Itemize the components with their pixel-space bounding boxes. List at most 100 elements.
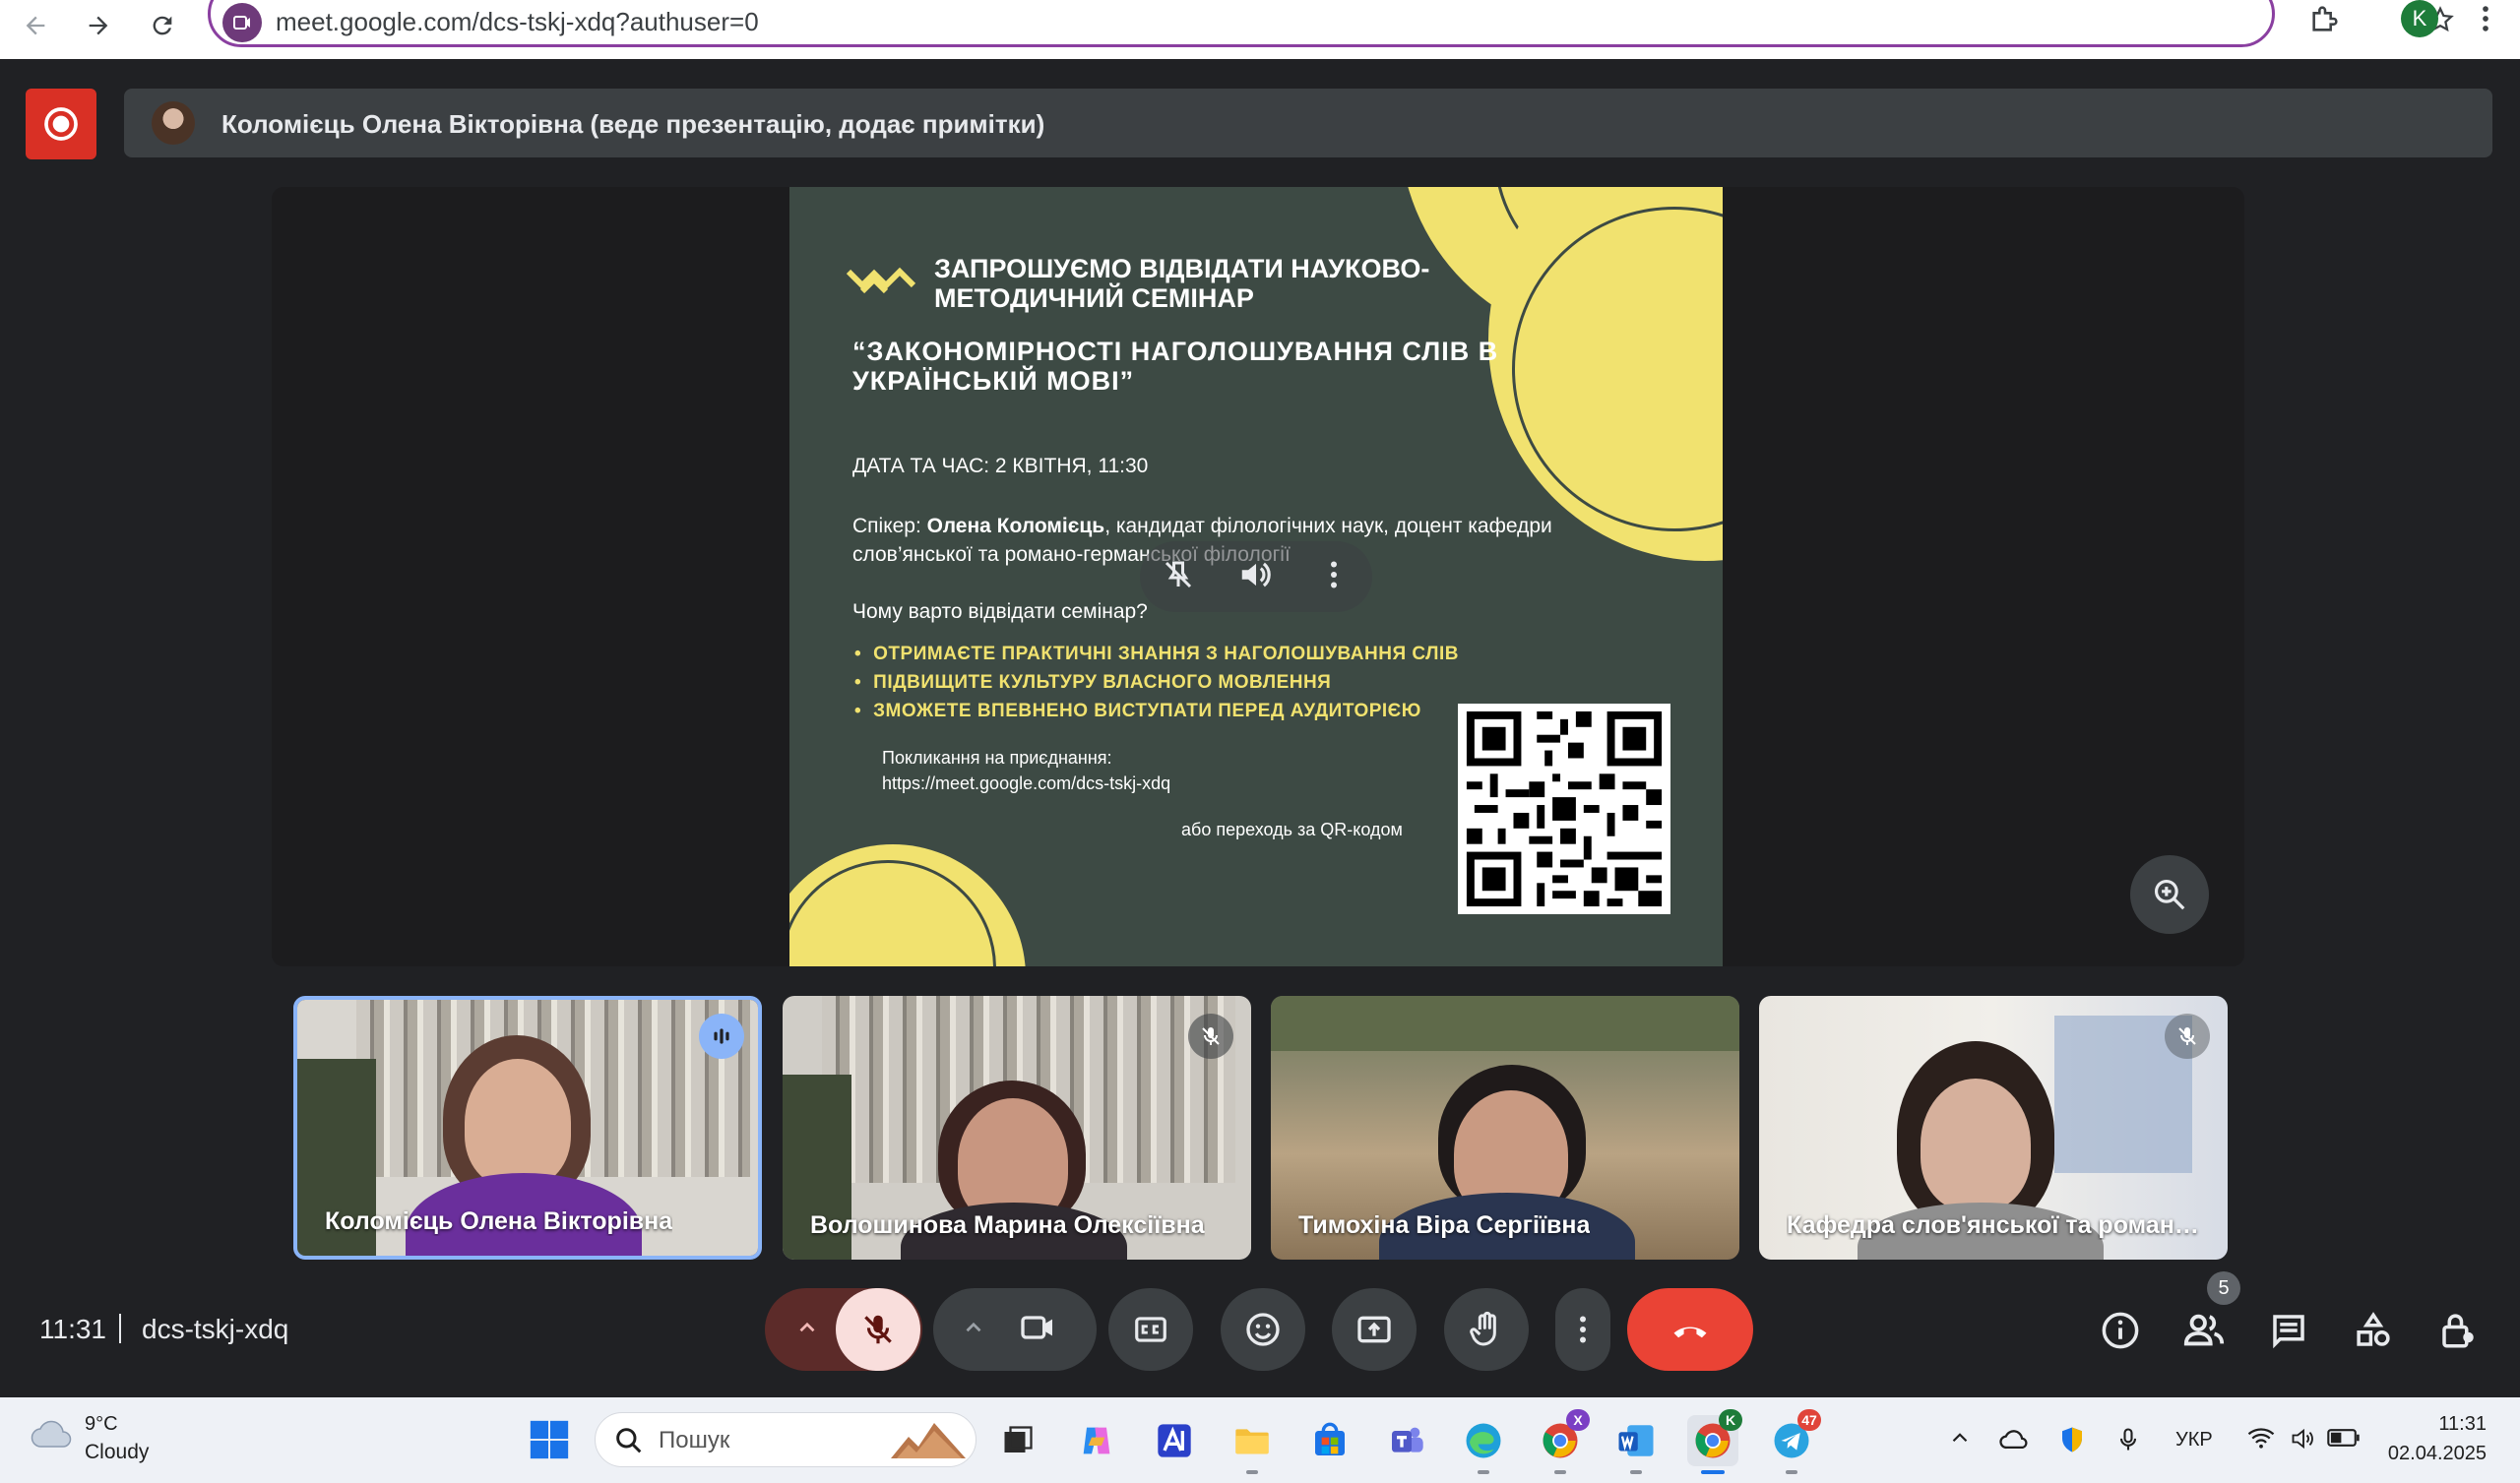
leave-call-button[interactable] [1627,1288,1753,1371]
zoom-in-icon [2154,879,2185,910]
taskbar-microsoft-store[interactable] [1304,1415,1355,1466]
participant-tile[interactable]: Волошинова Марина Олексіївна [783,996,1251,1260]
profile-avatar[interactable]: K [2401,0,2438,37]
taskbar-word[interactable] [1610,1415,1662,1474]
taskbar-teams[interactable] [1381,1415,1432,1466]
captions-button[interactable] [1108,1288,1193,1371]
search-placeholder: Пошук [659,1427,730,1453]
tray-overflow-icon[interactable] [1947,1425,1973,1455]
reactions-button[interactable] [1221,1288,1305,1371]
volume-icon[interactable] [1237,556,1275,598]
slide-bullet-list: ОТРИМАЄТЕ ПРАКТИЧНІ ЗНАННЯ З НАГОЛОШУВАН… [854,640,1459,725]
host-controls-button[interactable] [2428,1301,2488,1360]
taskbar-copilot[interactable] [1071,1415,1122,1466]
meeting-info-divider [119,1314,121,1343]
people-icon [2183,1314,2225,1346]
speaking-indicator-icon [699,1014,744,1059]
participant-tile[interactable]: Кафедра слов'янської та романо... [1759,996,2228,1260]
clock-date[interactable]: 02.04.2025 [2386,1443,2487,1465]
edge-icon [1466,1423,1501,1458]
recording-indicator[interactable] [26,89,96,159]
meeting-details-button[interactable] [2091,1301,2150,1360]
participant-name: Тимохіна Віра Сергіївна [1298,1211,1591,1239]
slide-bullet: ПІДВИЩИТЕ КУЛЬТУРУ ВЛАСНОГО МОВЛЕННЯ [854,668,1459,697]
windows-taskbar: 9°C Cloudy Пошук X K 47 УКР 11:31 02.04.… [0,1397,2520,1483]
volume-icon[interactable] [2288,1425,2319,1457]
input-language-indicator[interactable]: УКР [2175,1429,2213,1452]
chat-button[interactable] [2259,1301,2318,1360]
slide-qr-caption: або переходь за QR-кодом [1181,820,1403,839]
forward-button[interactable] [79,6,118,45]
weather-description[interactable]: Cloudy [85,1441,149,1464]
taskbar-telegram[interactable]: 47 [1766,1409,1821,1474]
running-indicator [1630,1470,1642,1474]
people-button[interactable] [2174,1301,2234,1360]
running-indicator [1478,1470,1489,1474]
tile-media-popover [1140,541,1372,612]
mic-toggle-button[interactable] [836,1288,920,1371]
start-button[interactable] [527,1417,572,1467]
clock-time[interactable]: 11:31 [2435,1413,2487,1436]
chat-icon [2273,1315,2304,1349]
activities-button[interactable] [2344,1301,2403,1360]
weather-temperature[interactable]: 9°C [85,1413,118,1436]
security-shield-icon[interactable] [2057,1425,2087,1459]
slide-link-label: Покликання на приєднання: [882,748,1112,768]
participant-face [465,1059,571,1187]
participant-tile[interactable]: Коломієць Олена Вікторівна [293,996,762,1260]
active-indicator [1701,1470,1725,1474]
back-button[interactable] [16,6,55,45]
windows-logo-icon [530,1420,569,1459]
battery-icon[interactable] [2327,1425,2361,1455]
taskbar-chrome-profile-x[interactable]: X [1535,1409,1590,1474]
chrome-profile-badge: X [1566,1409,1590,1431]
present-screen-button[interactable] [1332,1288,1417,1371]
slide-link-block: Покликання на приєднання: https://meet.g… [882,745,1170,796]
slide-bullet: ЗМОЖЕТЕ ВПЕВНЕНО ВИСТУПАТИ ПЕРЕД АУДИТОР… [854,697,1459,725]
more-vert-icon [1580,1316,1586,1343]
running-indicator [1246,1470,1258,1474]
emoji-icon [1246,1313,1280,1346]
browser-menu-icon[interactable] [2469,2,2502,40]
meeting-time: 11:31 [39,1314,106,1344]
slide-invite-heading: ЗАПРОШУЄМО ВІДВІДАТИ НАУКОВО-МЕТОДИЧНИЙ … [934,254,1430,313]
more-options-button[interactable] [1555,1288,1610,1371]
cloud-icon[interactable] [30,1417,75,1455]
slide-date-time: ДАТА ТА ЧАС: 2 КВІТНЯ, 11:30 [852,455,1149,477]
pin-off-icon[interactable] [1161,557,1196,597]
running-indicator [1786,1470,1797,1474]
site-info-icon[interactable] [222,3,262,42]
mic-off-icon [864,1315,892,1344]
taskbar-edge[interactable] [1458,1415,1509,1474]
chevron-up-icon [794,1315,820,1345]
painting-background [1271,996,1739,1051]
url-text[interactable]: meet.google.com/dcs-tskj-xdq?authuser=0 [276,7,759,37]
taskbar-chrome-active[interactable]: K [1687,1409,1742,1474]
wifi-icon[interactable] [2246,1425,2276,1455]
zoom-in-button[interactable] [2130,855,2209,934]
taskbar-file-explorer[interactable] [1227,1415,1278,1474]
video-options-button[interactable] [933,1288,1097,1371]
speaker-label: Спікер: [852,515,927,537]
back-arrow-icon [26,16,45,35]
address-bar[interactable]: meet.google.com/dcs-tskj-xdq?authuser=0 [208,0,2454,47]
presenter-avatar [152,101,195,145]
raise-hand-button[interactable] [1444,1288,1529,1371]
task-view-button[interactable] [992,1415,1043,1466]
search-highlight-image [887,1419,970,1467]
presenter-banner-text: Коломієць Олена Вікторівна (веде презент… [221,109,1045,139]
forward-arrow-icon [89,16,108,35]
participant-tile[interactable]: Тимохіна Віра Сергіївна [1271,996,1739,1260]
onedrive-icon[interactable] [1998,1425,2032,1455]
extensions-puzzle-icon[interactable] [2308,2,2342,40]
speaker-name: Олена Коломієць [926,515,1105,537]
reload-button[interactable] [143,6,182,45]
more-vert-icon[interactable] [1316,557,1352,597]
meeting-code: dcs-tskj-xdq [142,1314,289,1344]
taskbar-search[interactable]: Пошук [595,1412,976,1467]
call-end-icon [1673,1327,1707,1338]
microphone-icon[interactable] [2114,1425,2142,1459]
taskbar-app-ai[interactable] [1149,1415,1200,1466]
participant-count-badge: 5 [2207,1271,2240,1305]
chrome-profile-badge: K [1719,1409,1742,1431]
